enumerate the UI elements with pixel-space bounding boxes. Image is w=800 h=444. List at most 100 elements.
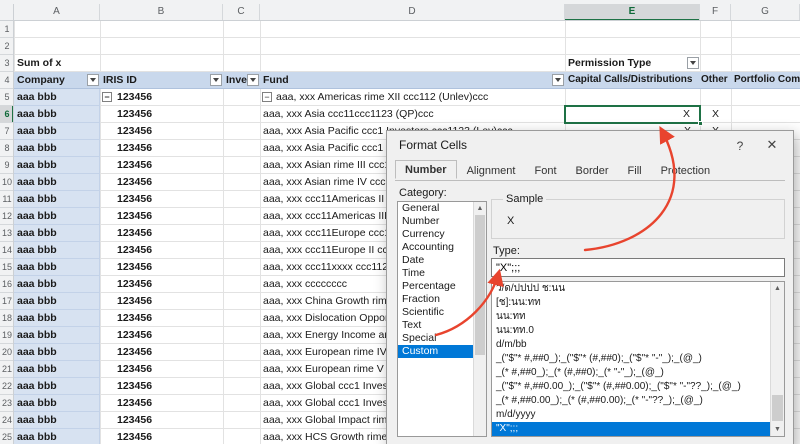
cell-d4-fund[interactable]: Fund (260, 72, 565, 89)
category-item-scientific[interactable]: Scientific (398, 306, 473, 319)
category-item-number[interactable]: Number (398, 215, 473, 228)
row-header-4[interactable]: 4 (0, 72, 14, 89)
category-item-fraction[interactable]: Fraction (398, 293, 473, 306)
help-button[interactable]: ? (731, 137, 749, 155)
row-header-25[interactable]: 25 (0, 429, 14, 444)
tab-fill[interactable]: Fill (619, 162, 651, 179)
cell-g4-portfolio[interactable]: Portfolio Com (731, 72, 800, 89)
cell-b5[interactable]: −123456 (100, 89, 223, 106)
scrollbar-thumb[interactable] (475, 215, 485, 355)
cell-a20[interactable]: aaa bbb (14, 344, 100, 361)
filter-button-permission-type[interactable] (687, 57, 699, 69)
row-header-7[interactable]: 7 (0, 123, 14, 140)
cell-b23[interactable]: 123456 (100, 395, 223, 412)
column-header-d[interactable]: D (260, 4, 565, 21)
cell-a22[interactable]: aaa bbb (14, 378, 100, 395)
category-item-percentage[interactable]: Percentage (398, 280, 473, 293)
filter-button-fund[interactable] (552, 74, 564, 86)
cell-b8[interactable]: 123456 (100, 140, 223, 157)
cell-a24[interactable]: aaa bbb (14, 412, 100, 429)
cell-b13[interactable]: 123456 (100, 225, 223, 242)
row-header-18[interactable]: 18 (0, 310, 14, 327)
cell-a7[interactable]: aaa bbb (14, 123, 100, 140)
cell-a12[interactable]: aaa bbb (14, 208, 100, 225)
cell-a6[interactable]: aaa bbb (14, 106, 100, 123)
filter-button-company[interactable] (87, 74, 99, 86)
format-code-item[interactable]: _("$"* #,##0_);_("$"* (#,##0);_("$"* "-"… (492, 352, 770, 366)
cell-a9[interactable]: aaa bbb (14, 157, 100, 174)
category-scrollbar[interactable]: ▲ (473, 202, 486, 436)
format-code-item[interactable]: "X";;; (492, 422, 770, 436)
cell-c4-inv[interactable]: Inve (223, 72, 260, 89)
format-code-item[interactable]: _("$"* #,##0.00_);_("$"* (#,##0.00);_("$… (492, 380, 770, 394)
row-header-19[interactable]: 19 (0, 327, 14, 344)
row-header-3[interactable]: 3 (0, 55, 14, 72)
column-header-e[interactable]: E (565, 4, 700, 21)
cell-b17[interactable]: 123456 (100, 293, 223, 310)
active-cell-e6[interactable]: X (564, 105, 701, 124)
cell-b4-iris-id[interactable]: IRIS ID (100, 72, 223, 89)
cell-a15[interactable]: aaa bbb (14, 259, 100, 276)
fill-handle[interactable] (698, 121, 703, 126)
select-all-corner[interactable] (0, 4, 14, 21)
row-header-14[interactable]: 14 (0, 242, 14, 259)
scrollbar-thumb[interactable] (772, 395, 783, 421)
category-item-text[interactable]: Text (398, 319, 473, 332)
cell-a13[interactable]: aaa bbb (14, 225, 100, 242)
category-item-general[interactable]: General (398, 202, 473, 215)
format-code-item[interactable]: d/m/bb (492, 338, 770, 352)
row-header-13[interactable]: 13 (0, 225, 14, 242)
tab-number[interactable]: Number (395, 160, 457, 179)
scroll-up-icon[interactable]: ▲ (474, 202, 486, 215)
cell-b21[interactable]: 123456 (100, 361, 223, 378)
cell-a14[interactable]: aaa bbb (14, 242, 100, 259)
cell-a4-company[interactable]: Company (14, 72, 100, 89)
filter-button-inv[interactable] (247, 74, 259, 86)
format-code-item[interactable]: _(* #,##0.00_);_(* (#,##0.00);_(* "-"??_… (492, 394, 770, 408)
cell-b16[interactable]: 123456 (100, 276, 223, 293)
category-item-currency[interactable]: Currency (398, 228, 473, 241)
cell-b7[interactable]: 123456 (100, 123, 223, 140)
row-header-6[interactable]: 6 (0, 106, 14, 123)
row-header-22[interactable]: 22 (0, 378, 14, 395)
cell-a8[interactable]: aaa bbb (14, 140, 100, 157)
cell-d6[interactable]: aaa, xxx Asia ccc11ccc1123 (QP)ccc (260, 106, 565, 123)
cell-b14[interactable]: 123456 (100, 242, 223, 259)
format-code-item[interactable]: ว/ด/ปปปป ช:นน (492, 282, 770, 296)
cell-b15[interactable]: 123456 (100, 259, 223, 276)
format-code-item[interactable]: นน:ทท.0 (492, 324, 770, 338)
cell-d5[interactable]: −aaa, xxx Americas rime XII ccc112 (Unle… (260, 89, 565, 106)
column-header-c[interactable]: C (223, 4, 260, 21)
cell-b25[interactable]: 123456 (100, 429, 223, 444)
row-header-16[interactable]: 16 (0, 276, 14, 293)
cell-a17[interactable]: aaa bbb (14, 293, 100, 310)
cell-b10[interactable]: 123456 (100, 174, 223, 191)
close-button[interactable]: ✕ (763, 136, 781, 154)
row-header-9[interactable]: 9 (0, 157, 14, 174)
tab-font[interactable]: Font (525, 162, 565, 179)
cell-a3[interactable]: Sum of x (14, 55, 100, 72)
tab-alignment[interactable]: Alignment (458, 162, 525, 179)
cell-e5[interactable] (565, 89, 700, 106)
collapse-button[interactable]: − (262, 92, 272, 102)
row-header-24[interactable]: 24 (0, 412, 14, 429)
cell-b9[interactable]: 123456 (100, 157, 223, 174)
cell-b22[interactable]: 123456 (100, 378, 223, 395)
cell-e4-capital-calls[interactable]: Capital Calls/Distributions (565, 72, 700, 89)
cell-a23[interactable]: aaa bbb (14, 395, 100, 412)
cell-a18[interactable]: aaa bbb (14, 310, 100, 327)
column-header-g[interactable]: G (731, 4, 800, 21)
row-header-5[interactable]: 5 (0, 89, 14, 106)
category-item-time[interactable]: Time (398, 267, 473, 280)
format-code-item[interactable]: [ช]:นน:ทท (492, 296, 770, 310)
scroll-up-icon[interactable]: ▲ (771, 282, 784, 295)
row-header-20[interactable]: 20 (0, 344, 14, 361)
cell-f4-other[interactable]: Other (700, 72, 731, 89)
category-item-special[interactable]: Special (398, 332, 473, 345)
scroll-down-icon[interactable]: ▼ (771, 423, 784, 436)
cell-a16[interactable]: aaa bbb (14, 276, 100, 293)
column-header-f[interactable]: F (700, 4, 731, 21)
cell-b18[interactable]: 123456 (100, 310, 223, 327)
cell-b19[interactable]: 123456 (100, 327, 223, 344)
row-header-15[interactable]: 15 (0, 259, 14, 276)
